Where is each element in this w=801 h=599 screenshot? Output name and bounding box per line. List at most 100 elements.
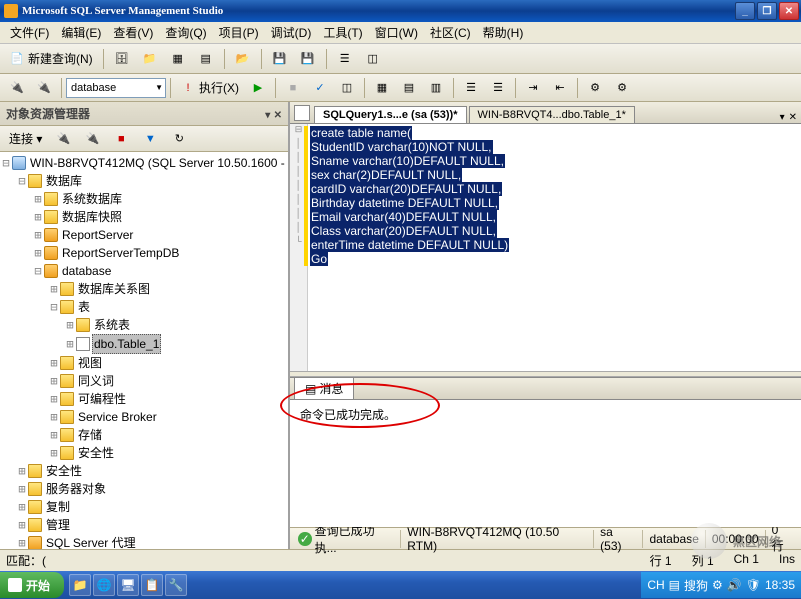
- oe-btn-4[interactable]: ▼: [137, 128, 163, 150]
- menu-query[interactable]: 查询(Q): [159, 22, 212, 43]
- expand-icon[interactable]: ⊞: [16, 516, 28, 534]
- databases-node[interactable]: 数据库: [44, 172, 84, 190]
- save-button[interactable]: 💾: [267, 48, 293, 70]
- tab-table1[interactable]: WIN-B8RVQT4...dbo.Table_1*: [469, 106, 635, 123]
- expand-icon[interactable]: ⊞: [64, 335, 76, 353]
- minimize-button[interactable]: _: [735, 2, 755, 20]
- tb2-c1[interactable]: ▦: [369, 77, 395, 99]
- open-button[interactable]: 📂: [230, 48, 256, 70]
- menu-view[interactable]: 查看(V): [107, 22, 159, 43]
- tb-btn-2[interactable]: 📁: [137, 48, 163, 70]
- tb2-f2[interactable]: ⚙: [609, 77, 635, 99]
- close-panel-icon[interactable]: ✕: [274, 110, 282, 121]
- tb-btn-b[interactable]: ◫: [360, 48, 386, 70]
- management-node[interactable]: 管理: [44, 516, 72, 534]
- clock[interactable]: 18:35: [765, 578, 795, 592]
- tray-icon-2[interactable]: ⚙: [712, 578, 723, 592]
- expand-icon[interactable]: ⊞: [48, 372, 60, 390]
- tb-btn-a[interactable]: ☰: [332, 48, 358, 70]
- expand-icon[interactable]: ⊞: [16, 534, 28, 549]
- tb2-btn-1[interactable]: 🔌: [4, 77, 30, 99]
- views-node[interactable]: 视图: [76, 354, 104, 372]
- menu-debug[interactable]: 调试(D): [265, 22, 318, 43]
- report-node[interactable]: ReportServer: [60, 226, 135, 244]
- tab-close-icon[interactable]: ✕: [789, 112, 797, 123]
- connect-button[interactable]: 连接 ▾: [4, 128, 47, 150]
- replication-node[interactable]: 复制: [44, 498, 72, 516]
- code-content[interactable]: create table name( StudentID varchar(10)…: [308, 124, 801, 371]
- tray-icon-3[interactable]: 🔊: [727, 578, 742, 592]
- sys-tables-node[interactable]: 系统表: [92, 316, 132, 334]
- service-broker-node[interactable]: Service Broker: [76, 408, 159, 426]
- synonyms-node[interactable]: 同义词: [76, 372, 116, 390]
- tb2-e2[interactable]: ⇤: [547, 77, 573, 99]
- tb2-d1[interactable]: ☰: [458, 77, 484, 99]
- expand-icon[interactable]: ⊞: [16, 498, 28, 516]
- security-inner-node[interactable]: 安全性: [76, 444, 116, 462]
- oe-btn-3[interactable]: ■: [108, 128, 134, 150]
- expand-icon[interactable]: ⊞: [48, 280, 60, 298]
- messages-tab[interactable]: ▤ 消息: [294, 377, 354, 399]
- expand-icon[interactable]: ⊞: [16, 462, 28, 480]
- tab-sqlquery1[interactable]: SQLQuery1.s...e (sa (53))*: [314, 106, 467, 123]
- ime-name[interactable]: 搜狗: [684, 577, 708, 594]
- table1-node[interactable]: dbo.Table_1: [92, 334, 161, 354]
- programmability-node[interactable]: 可编程性: [76, 390, 128, 408]
- execute-button[interactable]: ! 执行(X): [175, 77, 244, 99]
- sys-db-node[interactable]: 系统数据库: [60, 190, 124, 208]
- expand-icon[interactable]: ⊞: [32, 226, 44, 244]
- tb2-d2[interactable]: ☰: [485, 77, 511, 99]
- menu-help[interactable]: 帮助(H): [477, 22, 530, 43]
- diagram-node[interactable]: 数据库关系图: [76, 280, 152, 298]
- storage-node[interactable]: 存储: [76, 426, 104, 444]
- server-objects-node[interactable]: 服务器对象: [44, 480, 108, 498]
- task-item-3[interactable]: 🖥: [117, 574, 139, 596]
- expand-icon[interactable]: ⊟: [48, 298, 60, 316]
- debug-button[interactable]: ▶: [245, 77, 271, 99]
- task-item-2[interactable]: 🌐: [93, 574, 115, 596]
- expand-icon[interactable]: ⊞: [48, 390, 60, 408]
- task-item-5[interactable]: 🔧: [165, 574, 187, 596]
- database-combo[interactable]: database: [66, 78, 166, 98]
- plan-button[interactable]: ◫: [334, 77, 360, 99]
- task-item-4[interactable]: 📋: [141, 574, 163, 596]
- parse-button[interactable]: ✓: [307, 77, 333, 99]
- snapshot-node[interactable]: 数据库快照: [60, 208, 124, 226]
- tab-list-icon[interactable]: ▾: [780, 112, 785, 123]
- tb-btn-4[interactable]: ▤: [193, 48, 219, 70]
- start-button[interactable]: 开始: [0, 572, 64, 598]
- oe-btn-2[interactable]: 🔌: [79, 128, 105, 150]
- report-tmp-node[interactable]: ReportServerTempDB: [60, 244, 181, 262]
- expand-icon[interactable]: ⊞: [48, 354, 60, 372]
- tb2-f1[interactable]: ⚙: [582, 77, 608, 99]
- menu-community[interactable]: 社区(C): [424, 22, 477, 43]
- pin-icon[interactable]: ▾: [265, 110, 270, 121]
- expand-icon[interactable]: ⊞: [16, 480, 28, 498]
- code-editor[interactable]: ⊟││││ │││└ create table name( StudentID …: [290, 124, 801, 371]
- menu-window[interactable]: 窗口(W): [369, 22, 424, 43]
- expand-icon[interactable]: ⊞: [32, 244, 44, 262]
- menu-tools[interactable]: 工具(T): [317, 22, 368, 43]
- new-query-button[interactable]: 📄 新建查询(N): [4, 48, 98, 70]
- restore-button[interactable]: ❐: [757, 2, 777, 20]
- menu-file[interactable]: 文件(F): [4, 22, 55, 43]
- expand-icon[interactable]: ⊟: [0, 154, 12, 172]
- task-item-1[interactable]: 📁: [69, 574, 91, 596]
- tb2-c3[interactable]: ▥: [423, 77, 449, 99]
- expand-icon[interactable]: ⊞: [64, 316, 76, 334]
- expand-icon[interactable]: ⊟: [32, 262, 44, 280]
- database-node[interactable]: database: [60, 262, 113, 280]
- tray-icon-1[interactable]: ▤: [669, 578, 680, 592]
- expand-icon[interactable]: ⊞: [32, 208, 44, 226]
- expand-icon[interactable]: ⊞: [32, 190, 44, 208]
- tray-icon-4[interactable]: 🛡: [746, 578, 761, 592]
- tb-btn-1[interactable]: 🗄: [109, 48, 135, 70]
- close-button[interactable]: ✕: [779, 2, 799, 20]
- server-node[interactable]: WIN-B8RVQT412MQ (SQL Server 10.50.1600 -: [28, 154, 287, 172]
- expand-icon[interactable]: ⊟: [16, 172, 28, 190]
- tb2-e1[interactable]: ⇥: [520, 77, 546, 99]
- menu-project[interactable]: 项目(P): [213, 22, 265, 43]
- security-node[interactable]: 安全性: [44, 462, 84, 480]
- sql-agent-node[interactable]: SQL Server 代理: [44, 534, 138, 549]
- oe-btn-5[interactable]: ↻: [166, 128, 192, 150]
